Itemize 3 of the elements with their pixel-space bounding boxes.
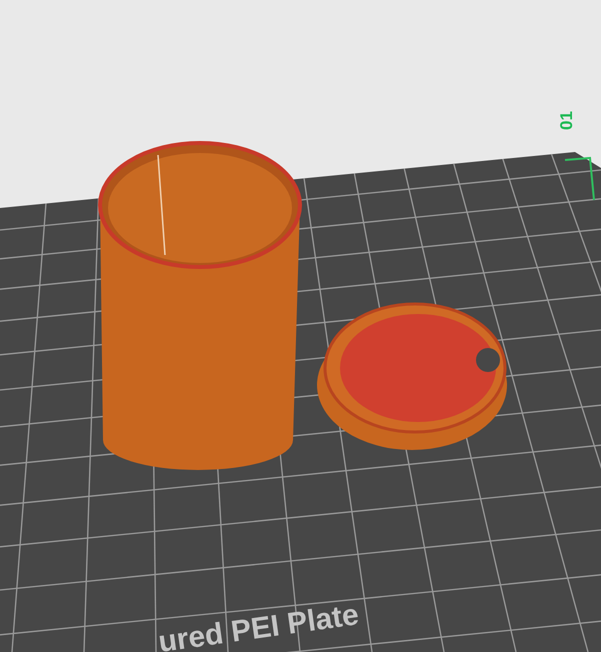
axis-corner-marker bbox=[564, 156, 595, 200]
plate-label: ured PEI Plate bbox=[156, 598, 361, 652]
plate-number: 01 bbox=[557, 111, 576, 130]
